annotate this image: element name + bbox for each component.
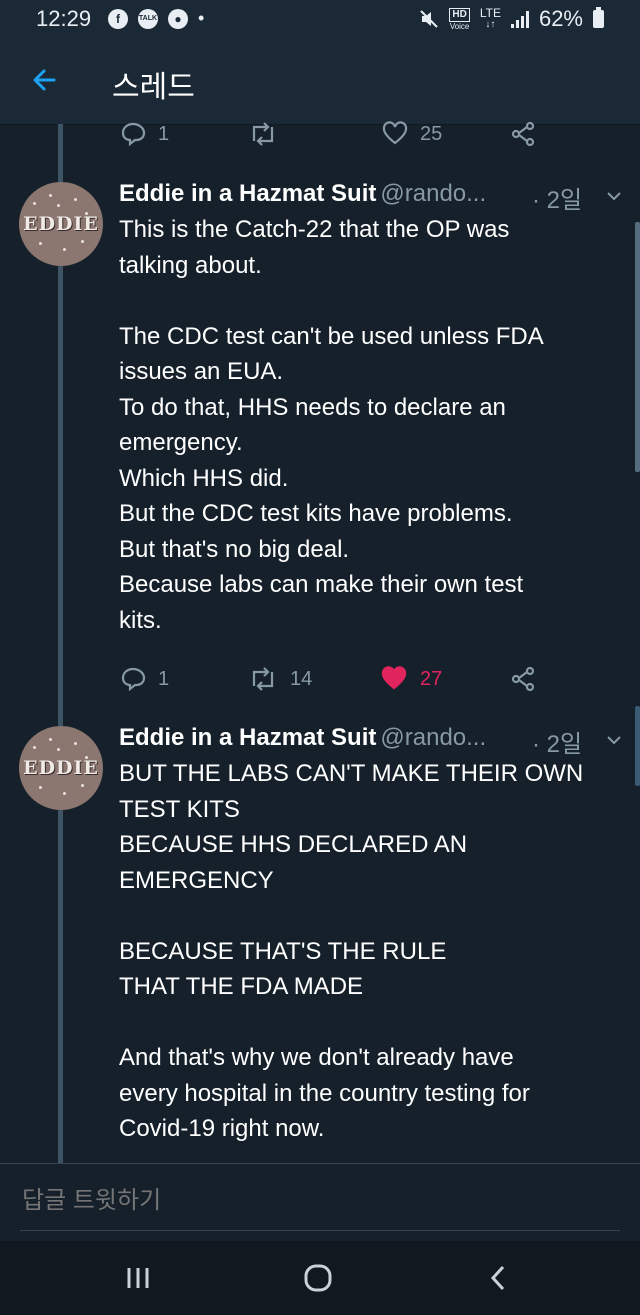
share-button[interactable] — [510, 114, 536, 154]
retweet-button[interactable]: 14 — [248, 659, 312, 699]
author-handle[interactable]: @rando... — [380, 724, 486, 751]
circle-play-icon: ● — [168, 8, 188, 29]
back-nav-button[interactable] — [478, 1261, 518, 1295]
battery-percent: 62% — [538, 6, 583, 31]
talk-icon: TALK — [138, 8, 158, 29]
reply-icon — [121, 122, 146, 147]
retweet-button[interactable] — [248, 114, 290, 154]
notification-icons: f TALK ● • — [108, 8, 204, 29]
chevron-down-icon[interactable] — [604, 730, 624, 750]
author-name[interactable]: Eddie in a Hazmat Suit — [119, 724, 376, 751]
retweet-icon — [252, 122, 274, 146]
header: 스레드 — [0, 38, 640, 125]
tweet[interactable]: EDDIE Eddie in a Hazmat Suit @rando... · … — [0, 180, 640, 710]
tweet-text: This is the Catch-22 that the OP was tal… — [119, 216, 544, 634]
back-button[interactable] — [26, 60, 66, 100]
author-name[interactable]: Eddie in a Hazmat Suit — [119, 180, 376, 207]
heart-outline-icon — [382, 121, 408, 145]
page-title: 스레드 — [112, 71, 195, 104]
back-icon — [490, 1265, 505, 1291]
reply-input[interactable] — [20, 1186, 624, 1216]
signal-icon — [510, 10, 529, 28]
recents-icon — [127, 1268, 149, 1288]
scrollbar-thumb[interactable] — [635, 706, 640, 786]
author-handle[interactable]: @rando... — [380, 180, 486, 207]
system-nav-bar — [0, 1241, 640, 1315]
more-notifications-dot: • — [198, 8, 205, 28]
reply-bar — [0, 1163, 640, 1242]
status-right: HD Voice LTE ↓↑ 62% — [419, 6, 604, 32]
heart-filled-icon — [381, 666, 407, 690]
chevron-down-icon[interactable] — [604, 186, 624, 206]
home-icon — [304, 1264, 332, 1292]
avatar[interactable]: EDDIE — [19, 182, 103, 266]
share-icon — [511, 666, 535, 692]
reply-icon — [121, 667, 146, 692]
share-button[interactable] — [510, 659, 536, 699]
like-button[interactable]: 25 — [382, 114, 442, 154]
like-button[interactable]: 27 — [380, 659, 442, 699]
mute-icon — [420, 10, 439, 28]
divider — [20, 1230, 620, 1231]
status-bar: 12:29 f TALK ● • HD Voice LTE ↓↑ 62% — [0, 0, 640, 38]
facebook-icon: f — [108, 8, 128, 29]
tweet-time: · 2일 — [532, 187, 583, 214]
retweet-icon — [252, 667, 274, 691]
action-bar: 1 14 27 — [0, 659, 640, 699]
tweet-time: · 2일 — [532, 731, 583, 758]
home-button[interactable] — [298, 1261, 338, 1295]
back-arrow-icon — [33, 69, 56, 91]
share-icon — [511, 121, 535, 147]
tweet-meta: Eddie in a Hazmat Suit @rando... — [119, 180, 486, 216]
battery-icon — [593, 7, 604, 28]
action-bar: 1 25 — [0, 114, 640, 154]
scrollbar[interactable] — [635, 222, 640, 472]
hd-voice-icon: HD Voice — [449, 7, 470, 31]
lte-icon: LTE ↓↑ — [479, 6, 501, 30]
tweet-meta: Eddie in a Hazmat Suit @rando... — [119, 724, 486, 760]
reply-button[interactable]: 1 — [120, 659, 169, 699]
tweet-text: BUT THE LABS CAN'T MAKE THEIR OWN TEST K… — [119, 760, 584, 1142]
status-time: 12:29 — [36, 6, 92, 31]
avatar[interactable]: EDDIE — [19, 726, 103, 810]
recents-button[interactable] — [118, 1261, 158, 1295]
reply-button[interactable]: 1 — [120, 114, 169, 154]
tweet[interactable]: EDDIE Eddie in a Hazmat Suit @rando... · … — [0, 724, 640, 1164]
